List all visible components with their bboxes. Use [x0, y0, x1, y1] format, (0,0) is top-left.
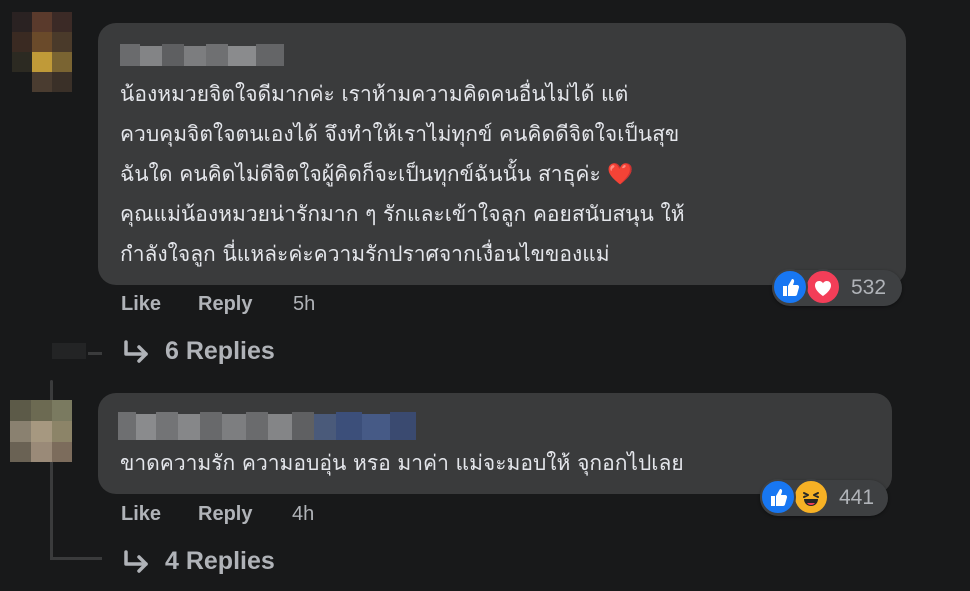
comment-text: น้องหมวยจิตใจดีมากค่ะ เราห้ามความคิดคนอื… — [120, 82, 685, 266]
reaction-count: 532 — [851, 276, 887, 299]
view-replies-button[interactable]: 4 Replies — [165, 547, 275, 576]
view-replies-button[interactable]: 6 Replies — [165, 337, 275, 366]
blur-decoration — [52, 343, 86, 359]
haha-icon — [793, 479, 829, 515]
thread-line — [88, 352, 102, 355]
avatar[interactable] — [10, 400, 72, 462]
reply-button[interactable]: Reply — [198, 293, 252, 316]
timestamp[interactable]: 4h — [292, 503, 314, 526]
like-icon — [760, 479, 796, 515]
timestamp[interactable]: 5h — [293, 293, 315, 316]
reply-arrow-icon — [122, 550, 152, 582]
like-button[interactable]: Like — [121, 293, 161, 316]
avatar[interactable] — [12, 12, 72, 100]
reply-button[interactable]: Reply — [198, 503, 252, 526]
like-button[interactable]: Like — [121, 503, 161, 526]
author-name[interactable] — [120, 44, 284, 70]
like-icon — [772, 269, 808, 305]
reply-arrow-icon — [122, 340, 152, 372]
comment-text: ขาดความรัก ความอบอุ่น หรอ มาค่า แม่จะมอบ… — [120, 451, 684, 475]
reaction-count: 441 — [839, 486, 875, 509]
thread-line — [50, 557, 102, 560]
author-name[interactable] — [118, 412, 416, 442]
love-icon — [805, 269, 841, 305]
